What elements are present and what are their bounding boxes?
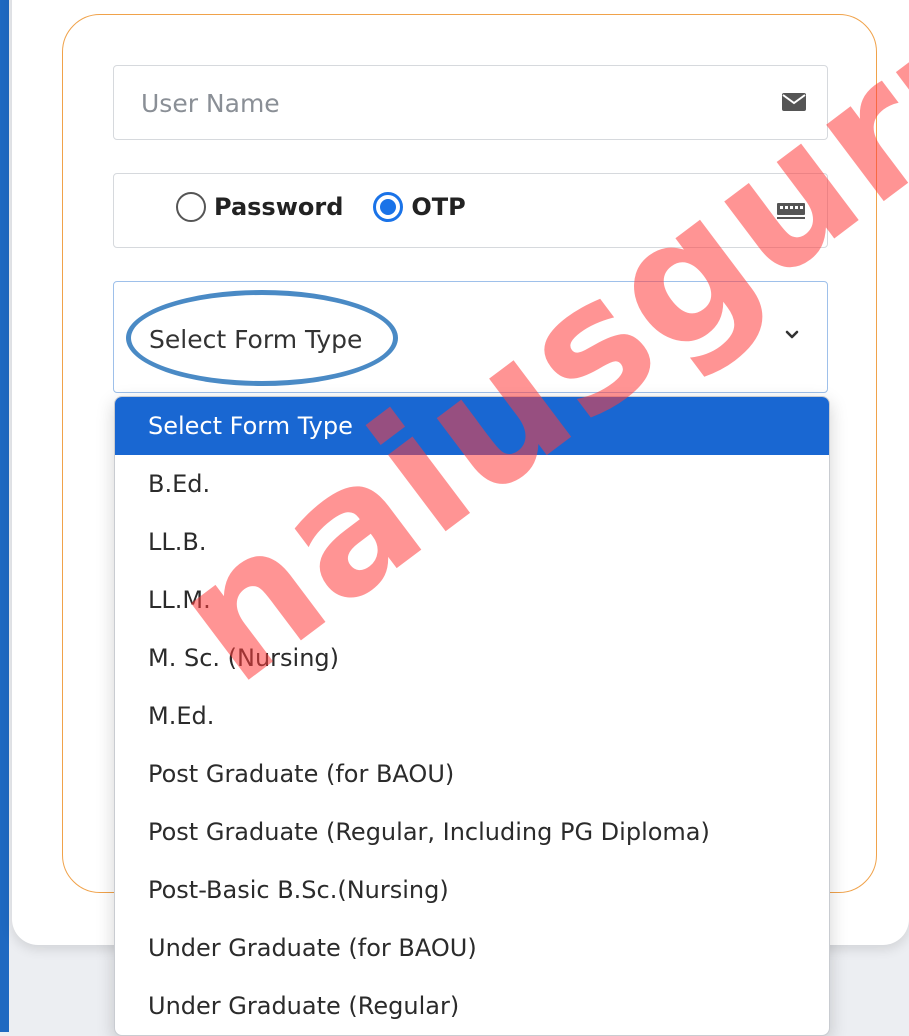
auth-method-radios: Password OTP	[176, 192, 496, 222]
dropdown-option[interactable]: M.Ed.	[115, 687, 829, 745]
dropdown-option[interactable]: Under Graduate (for BAOU)	[115, 919, 829, 977]
dropdown-option[interactable]: B.Ed.	[115, 455, 829, 513]
keyboard-icon	[777, 203, 805, 219]
dropdown-option[interactable]: M. Sc. (Nursing)	[115, 629, 829, 687]
dropdown-option[interactable]: Under Graduate (Regular)	[115, 977, 829, 1035]
left-border	[0, 0, 9, 1032]
otp-label[interactable]: OTP	[411, 193, 465, 221]
chevron-down-icon	[785, 330, 799, 339]
auth-method-field: Password OTP	[113, 173, 828, 248]
dropdown-option[interactable]: LL.M.	[115, 571, 829, 629]
envelope-icon	[782, 93, 806, 111]
annotation-ellipse	[126, 290, 398, 386]
form-type-dropdown-list: Select Form Type B.Ed. LL.B. LL.M. M. Sc…	[114, 396, 830, 1036]
dropdown-option[interactable]: Post-Basic B.Sc.(Nursing)	[115, 861, 829, 919]
password-radio[interactable]	[176, 192, 206, 222]
otp-radio[interactable]	[373, 192, 404, 222]
dropdown-option[interactable]: Select Form Type	[115, 397, 829, 455]
username-field[interactable]: User Name	[113, 65, 828, 140]
dropdown-option[interactable]: Post Graduate (Regular, Including PG Dip…	[115, 803, 829, 861]
username-placeholder: User Name	[141, 89, 280, 118]
dropdown-option[interactable]: Post Graduate (for BAOU)	[115, 745, 829, 803]
password-label[interactable]: Password	[214, 193, 343, 221]
dropdown-option[interactable]: LL.B.	[115, 513, 829, 571]
